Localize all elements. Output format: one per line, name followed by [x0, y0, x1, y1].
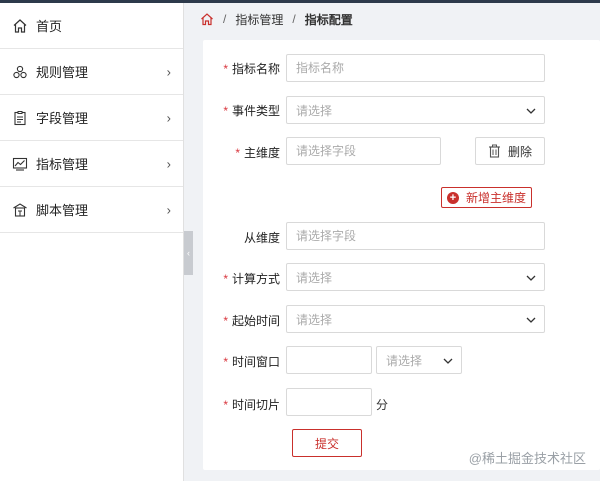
main-dimension-label: * 主维度: [235, 146, 280, 160]
delete-button[interactable]: 删除: [475, 137, 545, 165]
chevron-down-icon: [526, 314, 536, 324]
time-slice-label: * 时间切片: [223, 398, 280, 412]
start-time-placeholder: 请选择: [296, 312, 333, 327]
chevron-right-icon: ›: [166, 110, 171, 125]
main-dimension-input[interactable]: [296, 144, 440, 158]
required-mark: *: [223, 398, 228, 412]
required-mark: *: [223, 272, 228, 286]
delete-button-label: 删除: [507, 144, 532, 159]
breadcrumb-link-metrics[interactable]: 指标管理: [235, 11, 283, 28]
event-type-select[interactable]: 请选择: [286, 96, 545, 124]
time-window-input[interactable]: [296, 353, 371, 367]
home-icon: [12, 18, 28, 34]
rules-icon: [12, 64, 28, 80]
event-type-placeholder: 请选择: [296, 103, 333, 118]
required-mark: *: [235, 146, 240, 160]
sidebar-item-label: 脚本管理: [36, 203, 89, 218]
sidebar-item-metrics[interactable]: 指标管理 ›: [0, 141, 183, 187]
time-slice-field[interactable]: [286, 388, 372, 416]
sidebar-item-fields[interactable]: 字段管理 ›: [0, 95, 183, 141]
sidebar-item-rules[interactable]: 规则管理 ›: [0, 49, 183, 95]
breadcrumb-separator: /: [292, 12, 296, 26]
sidebar-item-label: 字段管理: [36, 111, 89, 126]
form-card: *指标名称 *事件类型 请选择 *主维度 删除 + 新增主维度 从维度 *计算方…: [203, 40, 600, 470]
metric-name-field[interactable]: [286, 54, 545, 82]
chevron-left-icon: ‹: [187, 248, 190, 258]
breadcrumb-current: 指标配置: [304, 12, 353, 27]
sub-dimension-input[interactable]: [296, 229, 544, 243]
required-mark: *: [223, 355, 228, 369]
time-window-unit-placeholder: 请选择: [386, 353, 423, 368]
required-mark: *: [223, 62, 228, 76]
chevron-right-icon: ›: [166, 156, 171, 171]
event-type-label: * 事件类型: [223, 104, 280, 118]
add-main-dimension-label: 新增主维度: [465, 191, 526, 205]
chevron-right-icon: ›: [166, 202, 171, 217]
required-mark: *: [223, 314, 228, 328]
calc-method-select[interactable]: 请选择: [286, 263, 545, 291]
submit-button[interactable]: 提交: [292, 429, 362, 457]
time-slice-unit: 分: [376, 398, 389, 412]
sidebar-item-scripts[interactable]: 脚本管理 ›: [0, 187, 183, 233]
chart-monitor-icon: [12, 156, 28, 172]
sidebar: 首页 规则管理 › 字段管理 › 指标管理 › 脚本管理 ›: [0, 3, 184, 481]
chevron-down-icon: [443, 355, 453, 365]
time-window-field[interactable]: [286, 346, 372, 374]
start-time-select[interactable]: 请选择: [286, 305, 545, 333]
main-dimension-field[interactable]: [286, 137, 441, 165]
chevron-right-icon: ›: [166, 64, 171, 79]
sub-dimension-label: 从维度: [243, 231, 280, 245]
time-window-unit-select[interactable]: 请选择: [376, 346, 462, 374]
sidebar-item-label: 规则管理: [36, 65, 89, 80]
script-home-icon: [12, 202, 28, 218]
metric-name-label: * 指标名称: [223, 62, 280, 76]
chevron-down-icon: [526, 272, 536, 282]
time-slice-input[interactable]: [296, 395, 371, 409]
sidebar-item-home[interactable]: 首页: [0, 3, 183, 49]
metric-name-input[interactable]: [296, 61, 544, 75]
calc-method-placeholder: 请选择: [296, 270, 333, 285]
breadcrumb-separator: /: [223, 12, 227, 26]
sidebar-item-label: 首页: [36, 19, 63, 34]
sidebar-item-label: 指标管理: [36, 157, 89, 172]
calc-method-label: * 计算方式: [223, 272, 280, 286]
trash-icon: [488, 144, 501, 158]
required-mark: *: [223, 104, 228, 118]
sub-dimension-field[interactable]: [286, 222, 545, 250]
sidebar-collapse-handle[interactable]: ‹: [184, 231, 193, 275]
chevron-down-icon: [526, 105, 536, 115]
submit-button-label: 提交: [314, 436, 339, 451]
plus-circle-icon: +: [446, 191, 459, 204]
start-time-label: * 起始时间: [223, 314, 280, 328]
add-main-dimension-button[interactable]: + 新增主维度: [441, 187, 532, 208]
clipboard-icon: [12, 110, 28, 126]
time-window-label: * 时间窗口: [223, 355, 280, 369]
home-icon[interactable]: [200, 12, 214, 26]
breadcrumb: / 指标管理 / 指标配置: [200, 10, 353, 28]
watermark: @稀土掘金技术社区: [468, 451, 586, 466]
